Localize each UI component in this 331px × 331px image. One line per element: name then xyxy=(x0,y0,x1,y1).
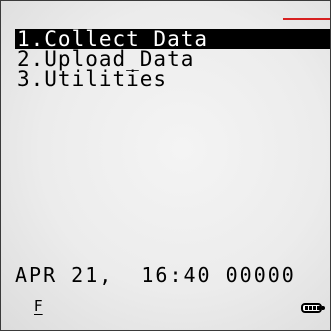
device-screen: 1.Collect Data 2.Upload_Data 3.Utilities… xyxy=(0,0,331,331)
menu-item-utilities[interactable]: 3.Utilities xyxy=(15,69,330,90)
function-key-label[interactable]: F xyxy=(34,297,43,315)
battery-tip xyxy=(322,306,325,310)
menu-item-upload-data[interactable]: 2.Upload_Data xyxy=(15,49,330,70)
datetime-readout: APR 21, 16:40 00000 xyxy=(15,263,296,287)
main-menu: 1.Collect Data 2.Upload_Data 3.Utilities xyxy=(15,29,330,90)
menu-item-collect-data[interactable]: 1.Collect Data xyxy=(15,29,330,50)
battery-level xyxy=(305,306,320,310)
status-indicator-line xyxy=(283,18,330,20)
battery-icon xyxy=(301,303,325,313)
